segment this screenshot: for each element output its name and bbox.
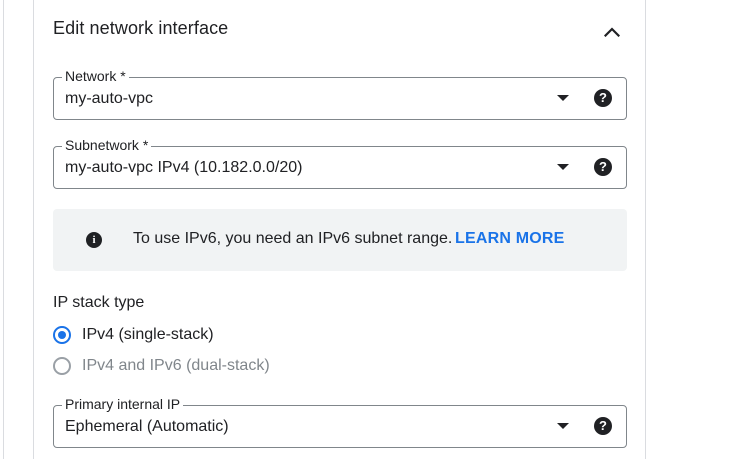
help-icon[interactable]: ? [594,89,612,107]
primary-internal-ip-label: Primary internal IP [62,396,184,412]
subnetwork-label: Subnetwork * [62,137,152,153]
radio-label: IPv4 (single-stack) [82,326,214,343]
section-title: Edit network interface [53,18,229,38]
network-label: Network * [62,68,129,84]
radio-ipv4-single-stack[interactable]: IPv4 (single-stack) [53,324,214,346]
radio-label: IPv4 and IPv6 (dual-stack) [82,357,270,374]
primary-internal-ip-value: Ephemeral (Automatic) [65,418,229,435]
learn-more-link[interactable]: LEARN MORE [455,230,565,248]
info-icon: i [86,232,102,248]
subnetwork-select[interactable]: Subnetwork * my-auto-vpc IPv4 (10.182.0.… [53,137,627,189]
left-divider [3,0,4,459]
network-value: my-auto-vpc [65,90,154,107]
collapse-button[interactable] [598,20,626,44]
radio-button-checked[interactable] [53,326,71,344]
chevron-up-icon [604,27,620,37]
subnetwork-value: my-auto-vpc IPv4 (10.182.0.0/20) [65,159,303,176]
help-icon[interactable]: ? [594,158,612,176]
ipv6-info-banner: i To use IPv6, you need an IPv6 subnet r… [53,209,627,271]
ip-stack-type-label: IP stack type [53,294,145,311]
radio-ipv4-ipv6-dual-stack[interactable]: IPv4 and IPv6 (dual-stack) [53,355,270,377]
primary-internal-ip-select[interactable]: Primary internal IP Ephemeral (Automatic… [53,396,627,448]
dropdown-arrow-icon [557,423,569,429]
radio-button-unchecked[interactable] [53,357,71,375]
help-icon[interactable]: ? [594,417,612,435]
dropdown-arrow-icon [557,164,569,170]
dropdown-arrow-icon [557,95,569,101]
info-message: To use IPv6, you need an IPv6 subnet ran… [133,230,453,247]
network-select[interactable]: Network * my-auto-vpc ? [53,68,627,120]
